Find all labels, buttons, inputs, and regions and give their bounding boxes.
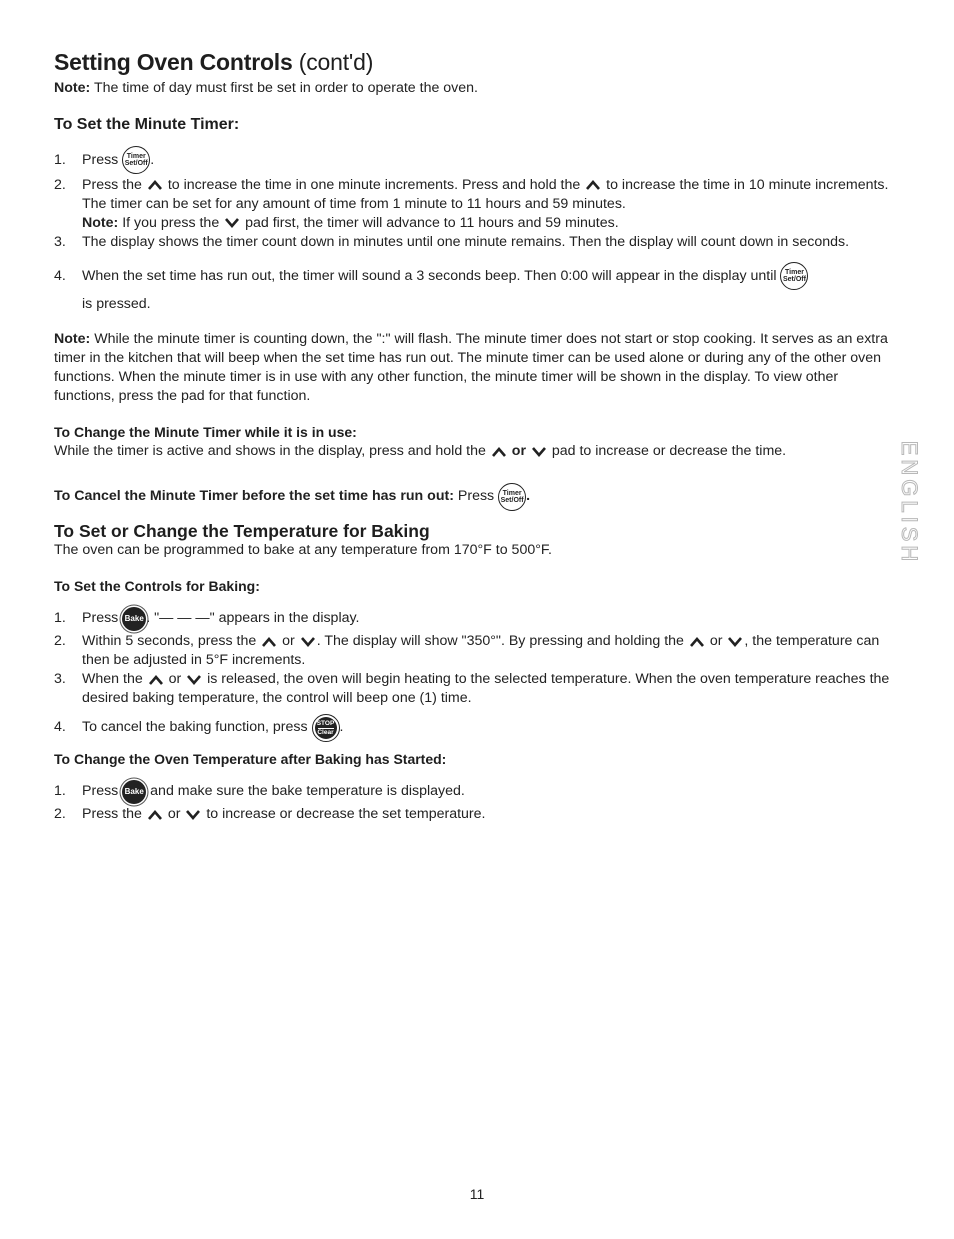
down-arrow-icon <box>728 637 742 647</box>
timer-set-off-icon: Timer Set/Off <box>780 262 809 291</box>
up-arrow-icon <box>492 447 506 457</box>
language-side-tab: ENGLISH <box>897 440 923 566</box>
list-item: 4. When the set time has run out, the ti… <box>54 262 894 318</box>
list-item: 1. Press Timer Set/Off. <box>54 145 894 175</box>
up-arrow-icon <box>148 810 162 820</box>
baking-steps: 1. Press Bake. "— — —" appears in the di… <box>54 604 894 742</box>
list-item: 3. When the or is released, the oven wil… <box>54 671 890 707</box>
timer-set-off-icon: Timer Set/Off <box>498 482 527 511</box>
change-temp-heading: To Change the Oven Temperature after Bak… <box>54 751 447 768</box>
list-item: 2. Press the to increase the time in one… <box>54 177 889 231</box>
baking-heading: To Set or Change the Temperature for Bak… <box>54 521 430 542</box>
list-item: 3. The display shows the timer count dow… <box>54 234 850 250</box>
up-arrow-icon <box>149 675 163 685</box>
baking-intro: The oven can be programmed to bake at an… <box>54 542 552 559</box>
page-title: Setting Oven Controls (cont'd) <box>54 49 374 75</box>
set-baking-heading: To Set the Controls for Baking: <box>54 578 260 595</box>
timer-set-off-icon: Timer Set/Off <box>122 146 151 175</box>
down-arrow-icon <box>301 637 315 647</box>
bake-button-icon: Bake <box>122 779 147 804</box>
list-item: 2. Press the or to increase or decrease … <box>54 806 486 823</box>
manual-page: Setting Oven Controls (cont'd) Note: The… <box>54 48 894 824</box>
cancel-timer-text: To Cancel the Minute Timer before the se… <box>54 481 894 511</box>
minute-timer-steps: 1. Press Timer Set/Off. 2. Press the to i… <box>54 145 894 318</box>
down-arrow-icon <box>186 810 200 820</box>
up-arrow-icon <box>690 637 704 647</box>
up-arrow-icon <box>262 637 276 647</box>
minute-timer-note: Note: While the minute timer is counting… <box>54 331 888 405</box>
bake-button-icon: Bake <box>122 606 147 631</box>
down-arrow-icon <box>187 675 201 685</box>
page-number: 11 <box>469 1186 485 1202</box>
up-arrow-icon <box>148 180 162 190</box>
up-arrow-icon <box>586 180 600 190</box>
list-item: 1. Press Bake and make sure the bake tem… <box>54 777 894 805</box>
list-item: 2. Within 5 seconds, press the or . The … <box>54 633 880 669</box>
list-item: 1. Press Bake. "— — —" appears in the di… <box>54 604 894 632</box>
minute-timer-heading: To Set the Minute Timer: <box>54 116 240 133</box>
down-arrow-icon <box>225 218 239 228</box>
change-timer-heading: To Change the Minute Timer while it is i… <box>54 424 357 441</box>
change-timer-text: While the timer is active and shows in t… <box>54 443 787 460</box>
stop-clear-button-icon: STOP Clear <box>311 713 340 742</box>
list-item: 4. To cancel the baking function, press … <box>54 712 894 742</box>
change-temp-steps: 1. Press Bake and make sure the bake tem… <box>54 777 894 824</box>
down-arrow-icon <box>532 447 546 457</box>
time-of-day-note: Note: The time of day must first be set … <box>54 80 478 96</box>
